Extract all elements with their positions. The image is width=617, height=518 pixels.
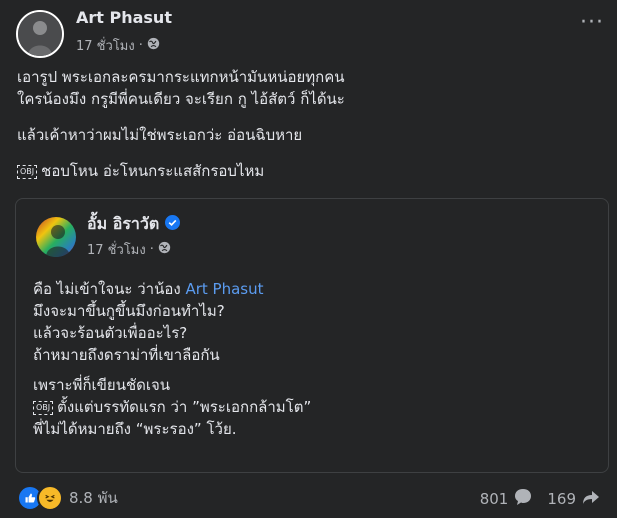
shared-line: แล้วจะร้อนตัวเพื่ออะไร? bbox=[33, 324, 188, 342]
shared-author-avatar[interactable] bbox=[36, 217, 76, 257]
post-line: แล้วเค้าหาว่าผมไม่ใช่พระเอกว่ะ อ่อนฉิบหา… bbox=[17, 126, 303, 144]
shared-post-text: คือ ไม่เข้าใจนะ ว่าน้อง Art Phasut มึงจะ… bbox=[33, 278, 593, 440]
post-line: เอารูป พระเอกละครมากระแทกหน้ามันหน่อยทุก… bbox=[17, 68, 345, 86]
comment-icon bbox=[513, 487, 533, 511]
share-count: 169 bbox=[547, 490, 576, 508]
post-meta: 17 ชั่วโมง · bbox=[76, 35, 160, 56]
shared-line: คือ ไม่เข้าใจนะ ว่าน้อง bbox=[33, 280, 186, 298]
shared-line: พี่ไม่ได้หมายถึง “พระรอง” โว้ย. bbox=[33, 420, 237, 438]
meta-separator: · bbox=[138, 38, 143, 53]
shared-post-meta: 17 ชั่วโมง · bbox=[87, 239, 171, 260]
post-author-name[interactable]: Art Phasut bbox=[76, 8, 172, 27]
mention-link[interactable]: Art Phasut bbox=[185, 280, 263, 298]
haha-icon bbox=[37, 485, 63, 511]
shared-post-card[interactable]: อั้ม อิราวัต 17 ชั่วโมง · คือ ไม่เข้าใจน… bbox=[15, 198, 609, 473]
shared-line: ถ้าหมายถึงดราม่าที่เขาลือกัน bbox=[33, 346, 220, 364]
verified-badge-icon bbox=[165, 215, 181, 234]
globe-icon[interactable] bbox=[147, 37, 160, 54]
comment-count: 801 bbox=[479, 490, 509, 508]
obj-glyph: OBJ bbox=[17, 164, 38, 179]
meta-separator: · bbox=[149, 242, 154, 257]
share-icon bbox=[581, 487, 601, 511]
engagement-stats: 801 169 bbox=[480, 487, 601, 511]
more-options-icon[interactable]: ··· bbox=[580, 12, 604, 36]
shared-line-with-obj: OBJ ตั้งแต่บรรทัดแรก ว่า ”พระเอกกล้ามโต” bbox=[33, 396, 593, 418]
shared-post-author[interactable]: อั้ม อิราวัต bbox=[87, 212, 159, 237]
shared-line: เพราะพี่ก็เขียนชัดเจน bbox=[33, 376, 171, 394]
post-timestamp[interactable]: 17 ชั่วโมง bbox=[76, 35, 135, 56]
post-line: ใครน้องมึง กรูมีพี่คนเดียว จะเรียก กู ไอ… bbox=[17, 90, 345, 108]
post-text: เอารูป พระเอกละครมากระแทกหน้ามันหน่อยทุก… bbox=[17, 66, 602, 182]
post-line-with-obj: OBJ ชอบโหน อ่ะโหนกระแสสักรอบไหม bbox=[17, 160, 602, 182]
facebook-post: Art Phasut 17 ชั่วโมง · ··· เอารูป พระเอ… bbox=[0, 0, 617, 518]
obj-glyph: OBJ bbox=[33, 400, 54, 415]
shared-line-with-mention: คือ ไม่เข้าใจนะ ว่าน้อง Art Phasut bbox=[33, 278, 593, 300]
shared-line: มึงจะมาขึ้นกูขึ้นมึงก่อนทำไม? bbox=[33, 302, 225, 320]
reactions-summary[interactable]: 8.8 พัน bbox=[17, 485, 118, 511]
shared-post-timestamp[interactable]: 17 ชั่วโมง bbox=[87, 239, 146, 260]
globe-icon[interactable] bbox=[158, 241, 171, 258]
reaction-count: 8.8 พัน bbox=[69, 489, 118, 507]
shared-author-row: อั้ม อิราวัต bbox=[87, 212, 181, 237]
shared-line: ตั้งแต่บรรทัดแรก ว่า ”พระเอกกล้ามโต” bbox=[57, 398, 312, 416]
shares-stat[interactable]: 169 bbox=[547, 487, 601, 511]
post-line: ชอบโหน อ่ะโหนกระแสสักรอบไหม bbox=[41, 162, 265, 180]
author-avatar[interactable] bbox=[16, 10, 64, 58]
comments-stat[interactable]: 801 bbox=[480, 487, 534, 511]
